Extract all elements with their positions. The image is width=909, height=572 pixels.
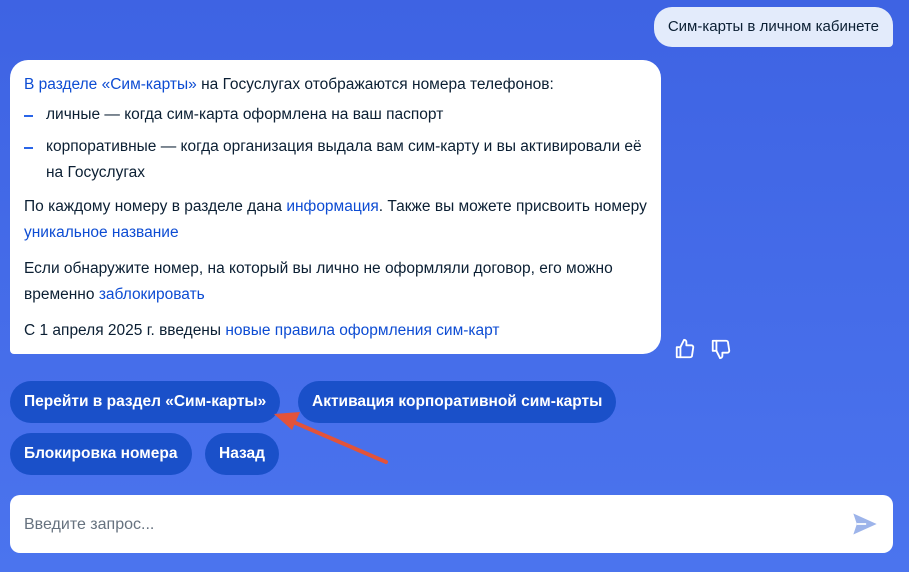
- bot-paragraph-4: С 1 апреля 2025 г. введены новые правила…: [24, 318, 647, 344]
- bot-paragraph-1: В разделе «Сим-карты» на Госуслугах отоб…: [24, 72, 647, 98]
- query-input[interactable]: [22, 495, 826, 555]
- feedback-group: [674, 338, 732, 360]
- query-input-box: [10, 495, 893, 555]
- bot-paragraph-1-text: на Госуслугах отображаются номера телефо…: [196, 76, 554, 93]
- bot-paragraph-2-text-b: . Также вы можете присвоить номеру: [378, 198, 647, 215]
- sim-cards-section-link[interactable]: В разделе «Сим-карты»: [24, 76, 197, 93]
- block-number-link[interactable]: заблокировать: [99, 286, 205, 303]
- quick-reply-corporate-activation[interactable]: Активация корпоративной сим-карты: [298, 381, 617, 423]
- user-message-text: Сим-карты в личном кабинете: [667, 18, 879, 35]
- bot-paragraph-2: По каждому номеру в разделе дана информа…: [24, 194, 647, 246]
- bot-paragraph-3: Если обнаружите номер, на который вы лич…: [24, 256, 647, 308]
- list-item: личные — когда сим-карта оформлена на ва…: [24, 102, 647, 128]
- new-rules-link[interactable]: новые правила оформления сим-карт: [225, 322, 499, 339]
- bot-list: личные — когда сим-карта оформлена на ва…: [24, 102, 647, 186]
- quick-reply-block-number[interactable]: Блокировка номера: [10, 433, 192, 475]
- quick-reply-back[interactable]: Назад: [205, 433, 279, 475]
- user-message-bubble: Сим-карты в личном кабинете: [653, 7, 893, 47]
- bot-message-card: В разделе «Сим-карты» на Госуслугах отоб…: [10, 60, 661, 354]
- thumbs-down-icon[interactable]: [710, 338, 732, 360]
- thumbs-up-icon[interactable]: [674, 338, 696, 360]
- bot-paragraph-2-text-a: По каждому номеру в разделе дана: [24, 198, 287, 215]
- bot-paragraph-4-text: С 1 апреля 2025 г. введены: [24, 322, 226, 339]
- send-icon[interactable]: [851, 510, 879, 538]
- list-item: корпоративные — когда организация выдала…: [24, 134, 647, 186]
- information-link[interactable]: информация: [286, 198, 378, 215]
- quick-reply-sim-cards-section[interactable]: Перейти в раздел «Сим-карты»: [10, 381, 281, 423]
- unique-name-link[interactable]: уникальное название: [24, 224, 179, 241]
